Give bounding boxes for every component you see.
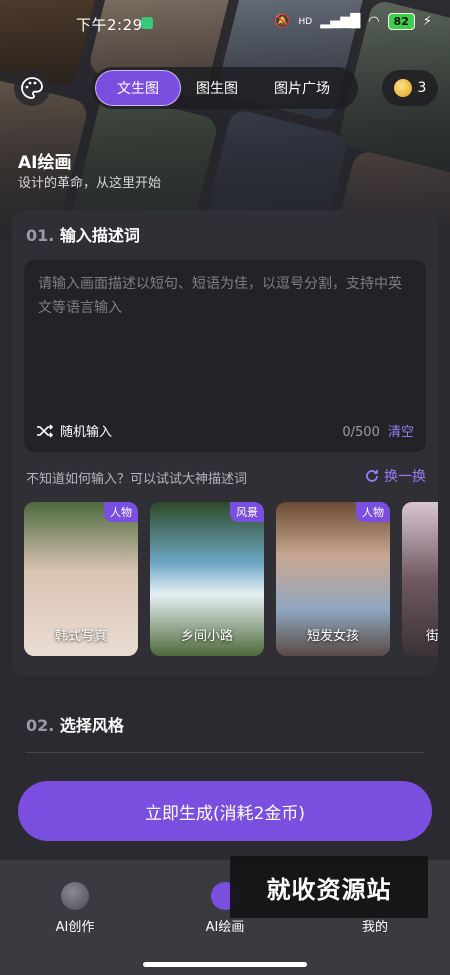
example-label: 街: [426, 629, 438, 644]
prompt-card: 01. 输入描述词 请输入画面描述以短句、短语为佳，以逗号分割，支持中英文等语言…: [12, 210, 438, 676]
coin-balance[interactable]: 3: [382, 70, 438, 106]
random-input-button[interactable]: 随机输入: [36, 421, 112, 440]
palette-button[interactable]: [14, 70, 50, 106]
mute-icon: 🔕: [274, 14, 291, 29]
tab-image-to-image[interactable]: 图生图: [181, 70, 253, 106]
char-count: 0/500: [342, 425, 380, 440]
random-input-label: 随机输入: [60, 425, 113, 440]
status-time: 下午2:29: [76, 16, 143, 34]
category-tag: 人物: [104, 502, 138, 522]
example-card[interactable]: 人物 短发女孩: [276, 502, 390, 656]
charging-icon: ⚡: [422, 14, 432, 29]
category-tag: 人物: [356, 502, 390, 522]
category-tag: 风景: [230, 502, 264, 522]
signal-icon: ▂▄▆█: [320, 14, 361, 29]
status-bar: 下午2:29 🔕 HD ▂▄▆█ ◠ 82 ⚡: [0, 0, 450, 44]
char-counter: 0/500 清空: [342, 421, 414, 440]
section-number: 01.: [26, 226, 55, 245]
shuffle-icon: [37, 423, 54, 438]
nav-label: AI创作: [55, 920, 95, 935]
nav-label: 我的: [361, 920, 388, 935]
refresh-label: 换一换: [384, 469, 426, 485]
divider: [26, 752, 424, 753]
section-label: 输入描述词: [59, 226, 140, 245]
nav-label: AI绘画: [205, 920, 245, 935]
prompt-input[interactable]: 请输入画面描述以短句、短语为佳，以逗号分割，支持中英文等语言输入 随机输入 0/…: [24, 260, 426, 452]
example-label: 乡间小路: [180, 629, 233, 644]
coin-icon: [393, 79, 412, 97]
coin-count: 3: [417, 80, 427, 96]
home-indicator[interactable]: [143, 962, 307, 967]
network-badge: HD: [298, 16, 313, 27]
example-label: 短发女孩: [306, 629, 359, 644]
example-card[interactable]: 人物 韩式写真: [24, 502, 138, 656]
input-section-title: 01. 输入描述词: [26, 222, 140, 246]
section-label: 选择风格: [59, 716, 124, 735]
refresh-icon: [366, 470, 378, 482]
status-icons: 🔕 HD ▂▄▆█ ◠ 82 ⚡: [274, 13, 432, 30]
palette-icon: [21, 77, 43, 99]
refresh-button[interactable]: 换一换: [364, 466, 426, 486]
tab-text-to-image[interactable]: 文生图: [95, 70, 181, 106]
prompt-hint: 不知道如何输入？可以试试大神描述词: [26, 472, 248, 487]
app-notification-icon: [141, 17, 153, 29]
generate-button[interactable]: 立即生成(消耗2金币): [18, 781, 432, 841]
clear-button[interactable]: 清空: [388, 425, 414, 440]
example-label: 韩式写真: [54, 629, 107, 644]
mode-tabs: 文生图 图生图 图片广场: [92, 67, 358, 109]
tab-image-plaza[interactable]: 图片广场: [253, 70, 351, 106]
example-gallery: 人物 韩式写真 风景 乡间小路 人物 短发女孩 街: [24, 502, 438, 658]
wifi-icon: ◠: [368, 14, 380, 29]
nav-item-ai-create[interactable]: AI创作: [25, 882, 125, 935]
page-title: AI绘画: [18, 153, 72, 173]
ai-create-icon: [61, 882, 89, 910]
example-card[interactable]: 街: [402, 502, 438, 656]
style-section-title: 02. 选择风格: [26, 712, 124, 736]
example-card[interactable]: 风景 乡间小路: [150, 502, 264, 656]
battery-indicator: 82: [387, 13, 415, 30]
prompt-placeholder: 请输入画面描述以短句、短语为佳，以逗号分割，支持中英文等语言输入: [38, 276, 402, 316]
section-number: 02.: [26, 716, 55, 735]
watermark: 就收资源站: [230, 856, 428, 918]
page-subtitle: 设计的革命，从这里开始: [18, 176, 162, 191]
